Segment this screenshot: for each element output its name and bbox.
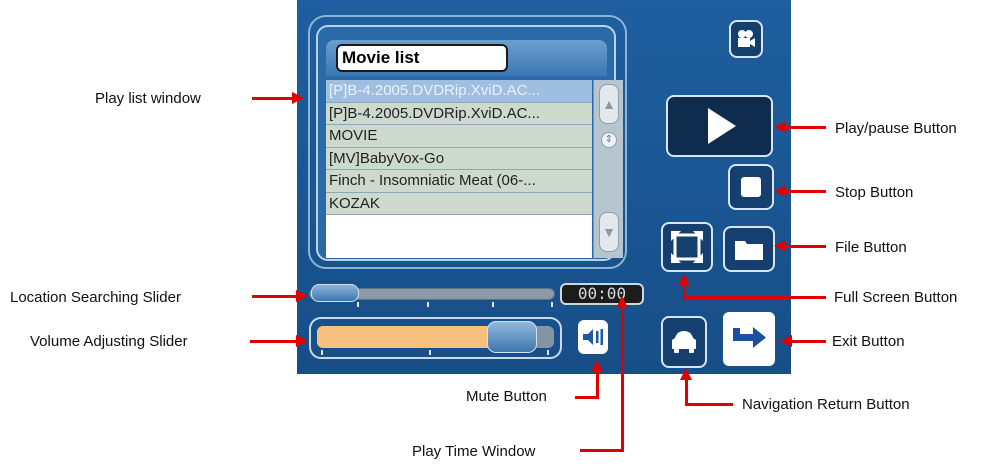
slider-tick bbox=[429, 350, 431, 355]
callout-arrow bbox=[786, 126, 826, 129]
callout-arrow bbox=[786, 190, 826, 193]
mute-button[interactable] bbox=[576, 318, 610, 356]
callout-arrow bbox=[580, 449, 624, 452]
playlist-item[interactable]: [MV]BabyVox-Go bbox=[326, 147, 592, 170]
callout-arrow bbox=[596, 370, 599, 398]
exit-button[interactable] bbox=[721, 310, 777, 368]
callout-arrowhead bbox=[774, 121, 786, 133]
callout-full-screen: Full Screen Button bbox=[834, 289, 958, 306]
navigation-return-button[interactable] bbox=[661, 316, 707, 368]
callout-file: File Button bbox=[835, 239, 907, 256]
callout-arrowhead bbox=[591, 360, 603, 372]
slider-tick bbox=[547, 350, 549, 355]
playlist-item[interactable]: [P]B-4.2005.DVDRip.XviD.AC... bbox=[326, 102, 592, 125]
folder-icon bbox=[735, 241, 763, 260]
callout-nav-return: Navigation Return Button bbox=[742, 396, 910, 413]
scroll-thumb[interactable]: ⇕ bbox=[601, 132, 617, 148]
callout-arrowhead bbox=[680, 368, 692, 380]
slider-tick bbox=[357, 302, 359, 307]
callout-exit: Exit Button bbox=[832, 333, 905, 350]
scroll-up-icon[interactable]: ▲ bbox=[599, 84, 619, 124]
slider-tick bbox=[551, 302, 553, 307]
play-pause-button[interactable] bbox=[666, 95, 773, 157]
playlist-title: Movie list bbox=[336, 44, 508, 72]
callout-arrowhead bbox=[678, 274, 690, 286]
slider-tick bbox=[492, 302, 494, 307]
full-screen-button[interactable] bbox=[661, 222, 713, 272]
callout-volume-slider: Volume Adjusting Slider bbox=[30, 333, 188, 350]
location-slider-thumb[interactable] bbox=[311, 284, 359, 302]
callout-arrow bbox=[252, 295, 296, 298]
full-screen-icon bbox=[671, 231, 703, 263]
playlist-item[interactable]: KOZAK bbox=[326, 192, 592, 215]
speaker-icon bbox=[583, 329, 603, 345]
callout-playlist-window: Play list window bbox=[95, 90, 201, 107]
play-time-window: 00:00 bbox=[560, 283, 644, 305]
callout-location-slider: Location Searching Slider bbox=[10, 289, 181, 306]
slider-tick bbox=[427, 302, 429, 307]
callout-arrow bbox=[685, 378, 688, 405]
video-camera-icon bbox=[738, 30, 755, 47]
scroll-down-icon[interactable]: ▼ bbox=[599, 212, 619, 252]
playlist-item[interactable]: [P]B-4.2005.DVDRip.XviD.AC... bbox=[326, 80, 592, 103]
callout-arrowhead bbox=[616, 296, 628, 308]
slider-tick bbox=[321, 350, 323, 355]
playlist-item[interactable]: MOVIE bbox=[326, 125, 592, 148]
callout-arrowhead bbox=[774, 240, 786, 252]
callout-arrowhead bbox=[296, 290, 308, 302]
volume-level-fill bbox=[317, 326, 502, 348]
stop-icon bbox=[741, 177, 761, 197]
callout-play-pause: Play/pause Button bbox=[835, 120, 957, 137]
file-button[interactable] bbox=[723, 226, 775, 272]
callout-arrow bbox=[252, 97, 292, 100]
callout-arrowhead bbox=[296, 335, 308, 347]
callout-arrow bbox=[786, 340, 826, 343]
callout-arrowhead bbox=[774, 185, 786, 197]
video-mode-button[interactable] bbox=[729, 20, 763, 58]
media-player-panel: Movie list [P]B-4.2005.DVDRip.XviD.AC...… bbox=[297, 0, 791, 374]
playlist-list[interactable]: [P]B-4.2005.DVDRip.XviD.AC... [P]B-4.200… bbox=[326, 80, 592, 258]
volume-slider-thumb[interactable] bbox=[487, 321, 537, 353]
callout-arrow bbox=[683, 296, 826, 299]
playlist-item[interactable]: Finch - Insomniatic Meat (06-... bbox=[326, 170, 592, 193]
car-icon bbox=[672, 331, 696, 353]
play-icon bbox=[707, 108, 736, 144]
callout-arrow bbox=[621, 306, 624, 451]
callout-mute: Mute Button bbox=[466, 388, 547, 405]
callout-arrow bbox=[250, 340, 296, 343]
callout-stop: Stop Button bbox=[835, 184, 914, 201]
exit-arrow-icon bbox=[733, 327, 766, 348]
callout-arrow bbox=[786, 245, 826, 248]
callout-play-time: Play Time Window bbox=[412, 443, 536, 460]
callout-arrowhead bbox=[780, 335, 792, 347]
callout-arrowhead bbox=[292, 92, 304, 104]
playlist-scrollbar[interactable]: ▲ ⇕ ▼ bbox=[593, 80, 623, 258]
stop-button[interactable] bbox=[728, 164, 774, 210]
callout-arrow bbox=[575, 396, 599, 399]
callout-arrow bbox=[685, 403, 733, 406]
